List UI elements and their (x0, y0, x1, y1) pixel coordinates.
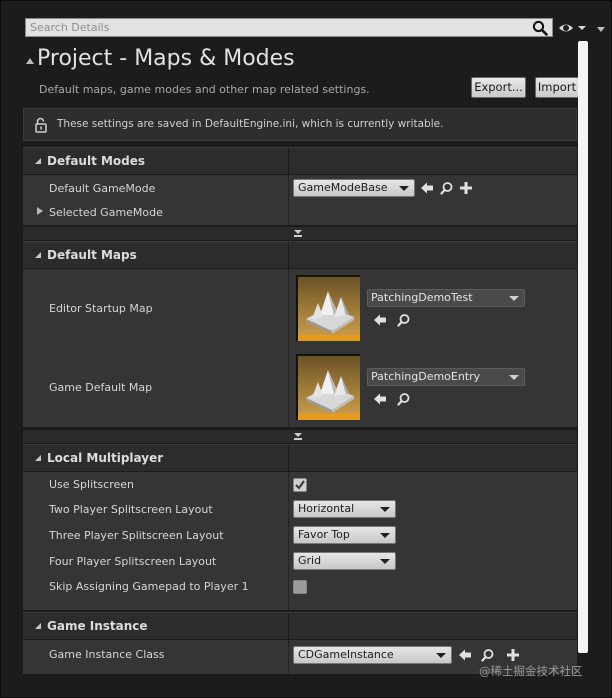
category-label: Game Instance (47, 619, 148, 633)
chevron-down-icon (399, 186, 409, 191)
combo-value: PatchingDemoEntry (371, 370, 481, 383)
default-modes-rows: Default GameMode GameModeBase Selected G… (23, 175, 577, 225)
page-subtitle: Default maps, game modes and other map r… (39, 83, 370, 96)
three-player-layout-combo[interactable]: Favor Top (293, 526, 396, 544)
default-maps-rows: Editor Startup Map PatchingDemoTest Game… (23, 269, 577, 427)
browse-magnifier-icon[interactable] (397, 392, 411, 406)
browse-magnifier-icon[interactable] (397, 313, 411, 327)
advanced-toggle[interactable] (23, 227, 577, 240)
use-splitscreen-label: Use Splitscreen (49, 478, 135, 491)
column-divider[interactable] (288, 640, 289, 674)
chevron-down-icon (380, 559, 390, 564)
combo-value: GameModeBase (298, 181, 388, 194)
search-input[interactable] (30, 20, 520, 35)
column-divider[interactable] (288, 445, 289, 472)
category-label: Default Maps (47, 248, 137, 262)
category-local-multiplayer[interactable]: Local Multiplayer (23, 444, 577, 472)
eye-icon[interactable] (557, 20, 587, 36)
column-divider[interactable] (288, 613, 289, 640)
chevron-down-icon (436, 653, 446, 658)
chevron-down-icon (380, 533, 390, 538)
page-title: Project - Maps & Modes (37, 46, 295, 71)
column-divider[interactable] (288, 269, 289, 427)
category-label: Local Multiplayer (47, 451, 164, 465)
chevron-down-icon (509, 375, 519, 380)
checkmark-icon (295, 480, 305, 490)
search-icon[interactable] (532, 20, 548, 36)
chevron-down-icon (509, 296, 519, 301)
editor-startup-map-label: Editor Startup Map (49, 302, 153, 315)
four-player-layout-label: Four Player Splitscreen Layout (49, 555, 217, 568)
category-default-maps[interactable]: Default Maps (23, 241, 577, 269)
export-button[interactable]: Export... (471, 77, 526, 98)
game-default-map-combo[interactable]: PatchingDemoEntry (367, 368, 525, 386)
add-plus-icon[interactable] (459, 181, 473, 195)
collapse-arrow-icon (35, 252, 41, 258)
default-gamemode-label: Default GameMode (49, 182, 156, 195)
skip-gamepad-checkbox[interactable] (293, 580, 307, 594)
map-thumbnail[interactable] (296, 354, 360, 420)
use-selected-arrow-icon[interactable] (458, 648, 472, 662)
combo-value: Grid (298, 554, 322, 567)
skip-gamepad-label: Skip Assigning Gamepad to Player 1 (49, 580, 249, 593)
collapse-arrow-icon (35, 158, 41, 164)
column-divider[interactable] (288, 148, 289, 175)
browse-magnifier-icon[interactable] (481, 648, 495, 662)
local-multiplayer-rows: Use Splitscreen Two Player Splitscreen L… (23, 472, 577, 610)
advanced-bar (294, 235, 302, 237)
default-gamemode-combo[interactable]: GameModeBase (293, 179, 415, 197)
vertical-scrollbar[interactable] (578, 41, 588, 653)
use-selected-arrow-icon[interactable] (373, 313, 387, 327)
two-player-layout-label: Two Player Splitscreen Layout (49, 503, 213, 516)
column-divider[interactable] (288, 242, 289, 269)
combo-value: CDGameInstance (298, 648, 394, 661)
game-default-map-label: Game Default Map (49, 381, 153, 394)
collapse-arrow-icon (35, 455, 41, 461)
category-default-modes[interactable]: Default Modes (23, 147, 577, 175)
config-notice: These settings are saved in DefaultEngin… (23, 108, 577, 141)
use-selected-arrow-icon[interactable] (373, 392, 387, 406)
game-instance-class-label: Game Instance Class (49, 648, 165, 661)
notice-text: These settings are saved in DefaultEngin… (57, 118, 444, 130)
combo-value: Favor Top (298, 528, 350, 541)
chevron-down-icon (294, 230, 302, 234)
category-label: Default Modes (47, 154, 146, 168)
watermark: @稀土掘金技术社区 (479, 664, 583, 678)
collapse-arrow-icon[interactable] (26, 58, 34, 64)
chevron-down-icon (380, 507, 390, 512)
use-splitscreen-checkbox[interactable] (293, 478, 307, 492)
two-player-layout-combo[interactable]: Horizontal (293, 500, 396, 518)
game-instance-class-combo[interactable]: CDGameInstance (293, 646, 452, 664)
use-selected-arrow-icon[interactable] (420, 181, 434, 195)
column-divider[interactable] (288, 472, 289, 610)
add-plus-icon[interactable] (506, 648, 520, 662)
category-game-instance[interactable]: Game Instance (23, 612, 577, 640)
editor-startup-map-combo[interactable]: PatchingDemoTest (367, 289, 525, 307)
combo-value: PatchingDemoTest (371, 291, 473, 304)
collapse-arrow-icon (35, 623, 41, 629)
chevron-down-icon (294, 433, 302, 437)
column-divider[interactable] (288, 175, 289, 225)
scroll-up-arrow[interactable] (597, 27, 605, 32)
import-button[interactable]: Import (535, 77, 579, 98)
advanced-toggle[interactable] (23, 430, 577, 443)
three-player-layout-label: Three Player Splitscreen Layout (49, 529, 224, 542)
expand-arrow-icon[interactable] (37, 207, 43, 215)
selected-gamemode-label: Selected GameMode (49, 206, 163, 219)
details-panel: Project - Maps & Modes Default maps, gam… (0, 0, 612, 698)
browse-magnifier-icon[interactable] (440, 181, 454, 195)
combo-value: Horizontal (298, 502, 355, 515)
search-bar (25, 18, 553, 37)
four-player-layout-combo[interactable]: Grid (293, 552, 396, 570)
map-thumbnail[interactable] (296, 275, 360, 341)
lock-icon (35, 117, 47, 133)
advanced-bar (294, 438, 302, 440)
